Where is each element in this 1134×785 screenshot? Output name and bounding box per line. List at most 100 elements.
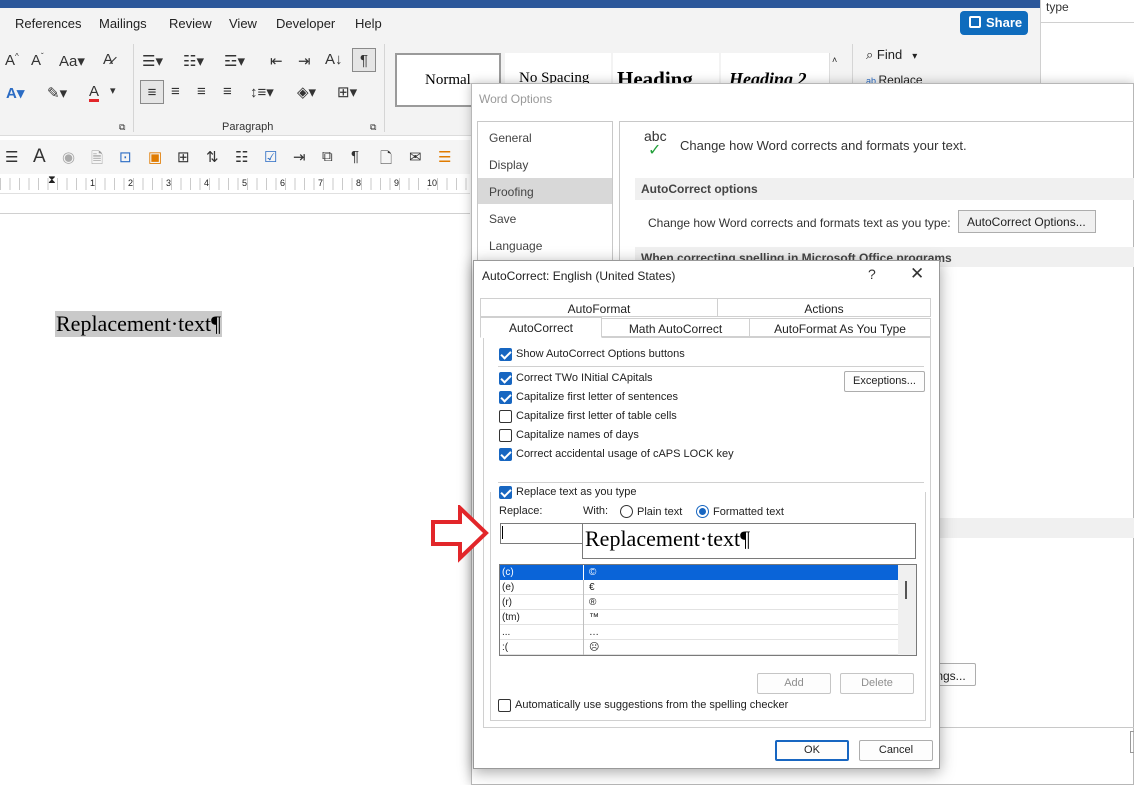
font-color-dropdown-icon[interactable]: ▾ [110, 84, 116, 97]
decrease-indent-icon[interactable]: ⇤ [270, 52, 283, 70]
align-right-icon[interactable]: ≡ [197, 83, 206, 100]
nav-proofing[interactable]: Proofing [478, 178, 612, 204]
list-icon[interactable]: ☰ [5, 148, 18, 166]
bullets-icon[interactable]: ☰▾ [142, 52, 163, 70]
ruler-number: 6 [280, 178, 286, 188]
show-formatting-icon[interactable]: ¶ [352, 48, 376, 72]
nav-general[interactable]: General [478, 124, 612, 150]
tab-actions[interactable]: Actions [717, 298, 931, 317]
font-dialog-launcher-icon[interactable]: ⧉ [119, 122, 125, 133]
text-effects-icon[interactable]: A▾ [6, 84, 24, 102]
show-buttons-checkbox[interactable] [499, 348, 512, 361]
caps-lock-checkbox[interactable] [499, 448, 512, 461]
nav-display[interactable]: Display [478, 151, 612, 177]
font-icon[interactable]: A [33, 146, 46, 168]
chevron-down-icon: ▾ [912, 51, 918, 62]
capitalize-sentences-checkbox[interactable] [499, 391, 512, 404]
scrollbar-thumb[interactable] [905, 581, 907, 599]
tab-references[interactable]: References [15, 16, 81, 31]
right-panel-text: type [1046, 0, 1069, 14]
ribbon-tab-bar: References Mailings Review View Develope… [0, 8, 1040, 38]
circle-icon[interactable]: ◉ [62, 148, 75, 166]
line-spacing-icon[interactable]: ↕≡▾ [250, 83, 274, 101]
borders-icon[interactable]: ⊞▾ [337, 83, 357, 101]
paragraph-dialog-launcher-icon[interactable]: ⧉ [370, 122, 376, 133]
list-item[interactable]: (c) © [500, 565, 898, 580]
autocorrect-entries-list[interactable]: (c) © (e) € (r) ® (tm) ™ ...… :(☹ [499, 564, 917, 656]
mail-icon[interactable]: ✉ [409, 148, 422, 166]
document-text[interactable]: Replacement·text¶ [55, 311, 223, 337]
justify-icon[interactable]: ≡ [223, 83, 232, 100]
divider [498, 482, 924, 483]
button-partial[interactable] [1130, 731, 1134, 753]
document-icon[interactable]: 🗎 [91, 148, 103, 173]
stack-icon[interactable]: ☰ [438, 148, 451, 166]
highlight-icon[interactable]: ✎▾ [47, 84, 67, 102]
section-header-partial [935, 518, 1134, 538]
page-icon[interactable]: 🗋 [380, 148, 392, 173]
tab-autoformat-as-you-type[interactable]: AutoFormat As You Type [749, 318, 931, 337]
tab-autoformat[interactable]: AutoFormat [480, 298, 718, 317]
increase-indent-icon[interactable]: ⇥ [298, 52, 311, 70]
auto-suggestions-checkbox[interactable] [498, 699, 511, 712]
list-item[interactable]: ...… [500, 625, 898, 640]
with-label: With: [583, 505, 609, 517]
font-color-icon[interactable]: A [89, 84, 100, 102]
chevron-up-icon[interactable]: ˄ [832, 55, 837, 65]
cancel-button[interactable]: Cancel [859, 740, 933, 761]
multilevel-list-icon[interactable]: ☲▾ [224, 52, 245, 70]
help-icon[interactable]: ? [868, 266, 876, 282]
tab-autocorrect[interactable]: AutoCorrect [480, 317, 602, 338]
quick-parts-icon[interactable]: ▣ [148, 148, 162, 166]
list-item[interactable]: (tm) ™ [500, 610, 898, 625]
sort-icon[interactable]: ⇅ [206, 148, 219, 166]
divider [1041, 22, 1134, 23]
align-left-icon[interactable]: ≡ [140, 80, 164, 104]
tab-review[interactable]: Review [169, 16, 212, 31]
delete-button[interactable]: Delete [840, 673, 914, 694]
formatted-text-radio[interactable] [696, 505, 709, 518]
list-item[interactable]: (r) ® [500, 595, 898, 610]
change-case-icon[interactable]: Aa▾ [59, 52, 85, 70]
shading-icon[interactable]: ◈▾ [297, 83, 316, 101]
close-icon[interactable]: ✕ [910, 264, 924, 284]
tab-help[interactable]: Help [355, 16, 382, 31]
numbering-icon[interactable]: ☷▾ [183, 52, 204, 70]
text-box-icon[interactable]: ⊡ [119, 148, 132, 166]
with-field[interactable]: Replacement·text¶ [582, 523, 916, 559]
list-item[interactable]: :(☹ [500, 640, 898, 655]
nav-language[interactable]: Language [478, 232, 612, 258]
exceptions-button[interactable]: Exceptions... [844, 371, 925, 392]
list-item[interactable]: (e) € [500, 580, 898, 595]
indent-marker-icon[interactable]: ⧗ [48, 174, 56, 187]
nav-save[interactable]: Save [478, 205, 612, 231]
correct-two-initial-checkbox[interactable] [499, 372, 512, 385]
sort-icon[interactable]: A↓ [325, 51, 343, 68]
clear-formatting-icon[interactable]: A̷ [103, 51, 113, 68]
tab-mailings[interactable]: Mailings [99, 16, 147, 31]
tab-view[interactable]: View [229, 16, 257, 31]
ok-button[interactable]: OK [775, 740, 849, 761]
tab-math-autocorrect[interactable]: Math AutoCorrect [601, 318, 750, 337]
copy-icon[interactable]: ⧉ [322, 148, 333, 165]
add-button[interactable]: Add [757, 673, 831, 694]
share-button[interactable]: Share [960, 11, 1028, 35]
shrink-font-icon[interactable]: Aˇ [31, 52, 44, 69]
find-button[interactable]: ⌕ Find ▾ [866, 47, 917, 65]
capitalize-table-cells-checkbox[interactable] [499, 410, 512, 423]
table-icon[interactable]: ⊞ [177, 148, 190, 166]
red-arrow-annotation [431, 505, 489, 563]
paragraph-mark-icon[interactable]: ¶ [351, 148, 359, 165]
title-bar-strip [0, 0, 1040, 8]
plain-text-radio[interactable] [620, 505, 633, 518]
grow-font-icon[interactable]: A^ [5, 52, 19, 69]
list-numbered-icon[interactable]: ☷ [235, 148, 248, 166]
autocorrect-options-button[interactable]: AutoCorrect Options... [958, 210, 1096, 233]
indent-icon[interactable]: ⇥ [293, 148, 306, 166]
capitalize-days-checkbox[interactable] [499, 429, 512, 442]
check-document-icon[interactable]: ☑ [264, 148, 277, 166]
list-scrollbar[interactable] [898, 565, 916, 655]
tab-developer[interactable]: Developer [276, 16, 335, 31]
align-center-icon[interactable]: ≡ [171, 83, 180, 100]
replace-input[interactable] [500, 523, 584, 544]
